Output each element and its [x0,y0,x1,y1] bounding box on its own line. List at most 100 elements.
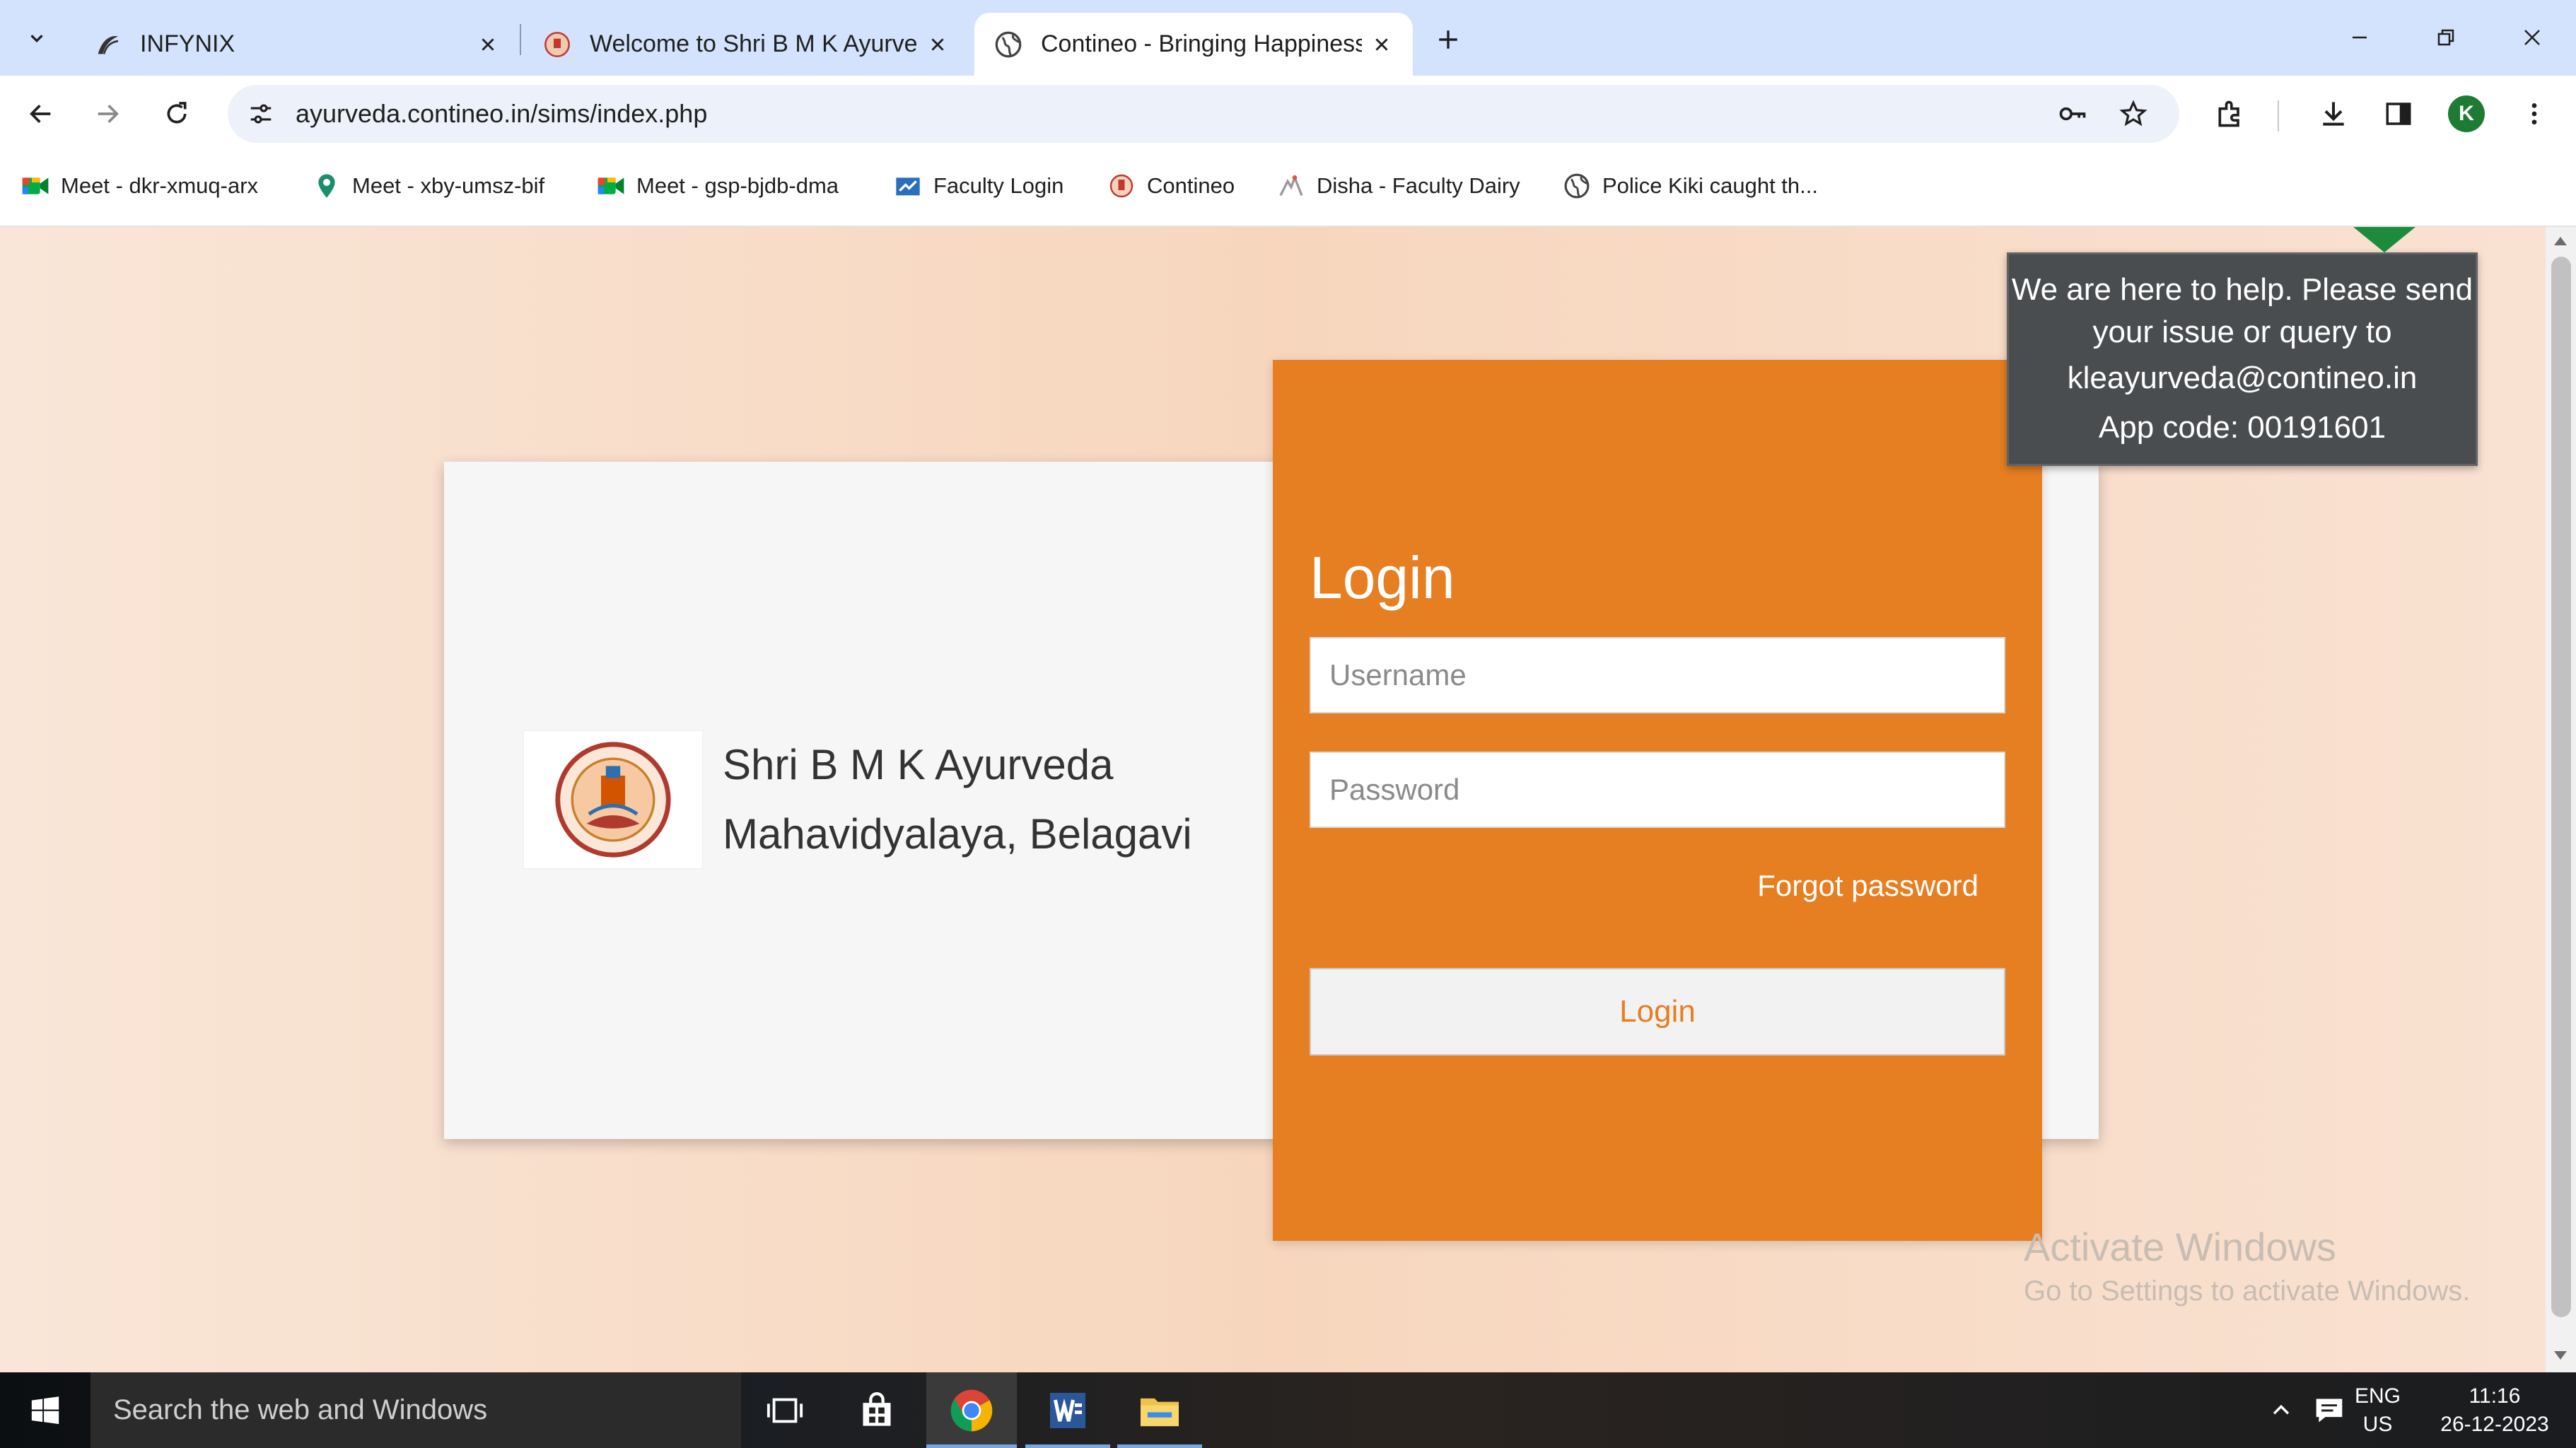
activate-windows-watermark: Activate Windows Go to Settings to activ… [2024,1222,2470,1310]
more-vertical-icon [2531,103,2537,124]
bookmark-label: Faculty Login [933,173,1064,198]
open-app-underline [1117,1444,1202,1448]
bookmark-label: Police Kiki caught th... [1602,173,1818,198]
action-center-button[interactable] [2307,1372,2352,1448]
windows-logo-icon [31,1396,59,1424]
minimize-window-button[interactable] [2336,14,2383,61]
help-tooltip-arrow [2353,227,2415,252]
side-panel-button[interactable] [2373,88,2424,139]
scroll-up-arrow-icon[interactable] [2554,237,2567,245]
site-info-icon[interactable] [240,93,281,134]
taskbar-search-placeholder: Search the web and Windows [113,1394,488,1425]
task-view-icon [767,1398,803,1423]
bookmark-contineo[interactable]: Contineo [1107,166,1235,206]
tab-title: Welcome to Shri B M K Ayurved [590,30,918,57]
restore-icon [2437,29,2454,46]
reload-button[interactable] [151,88,202,139]
arrow-right-icon [98,105,119,123]
close-window-button[interactable] [2509,14,2555,61]
tab-separator [520,24,521,55]
minimize-icon [2353,36,2367,39]
college-name-line2: Mahavidyalaya, Belagavi [723,810,1192,858]
taskbar-clock[interactable]: 11:16 26-12-2023 [2432,1382,2557,1439]
login-title: Login [1310,544,1455,611]
restore-window-button[interactable] [2423,14,2469,61]
language-indicator[interactable]: ENG US [2355,1382,2401,1439]
clock-date: 26-12-2023 [2440,1413,2549,1436]
download-icon [2323,102,2344,126]
folder-icon [1141,1398,1179,1426]
tab-title: Contineo - Bringing Happiness [1041,30,1362,57]
close-tab-icon[interactable] [1362,25,1401,64]
tab-welcome-bmk[interactable]: Welcome to Shri B M K Ayurved [523,13,969,76]
bookmark-star-icon[interactable] [2113,93,2154,134]
forward-button[interactable] [82,88,133,139]
college-name-line1: Shri B M K Ayurveda [723,741,1114,788]
globe-icon [994,30,1022,59]
login-button[interactable]: Login [1310,968,2005,1056]
password-input[interactable] [1310,752,2005,828]
google-meet-icon [597,172,625,200]
puzzle-icon [2218,100,2239,127]
watermark-subtitle: Go to Settings to activate Windows. [2024,1275,2471,1307]
extensions-button[interactable] [2205,88,2256,139]
help-line2: your issue or query to [2092,315,2392,349]
address-bar[interactable]: ayurveda.contineo.in/sims/index.php [228,85,2179,143]
show-hidden-icons-button[interactable] [2260,1372,2302,1448]
bookmark-faculty-login[interactable]: Faculty Login [894,166,1063,206]
back-button[interactable] [16,88,66,139]
close-tab-icon[interactable] [918,25,957,64]
bookmark-meet-2[interactable]: Meet - xby-umsz-bif [313,166,544,206]
close-icon [2524,30,2540,45]
infynix-favicon-icon [93,30,122,59]
bookmark-police-kiki[interactable]: Police Kiki caught th... [1563,166,1818,206]
bookmark-label: Meet - xby-umsz-bif [352,173,545,198]
page-content: Shri B M K Ayurveda Mahavidyalaya, Belag… [0,227,2546,1372]
taskbar-word-button[interactable] [1025,1372,1110,1448]
disha-icon [1277,172,1305,200]
start-button[interactable] [0,1372,91,1448]
profile-button[interactable]: K [2441,88,2492,139]
username-input[interactable] [1310,637,2005,713]
browser-toolbar: ayurveda.contineo.in/sims/index.php K [0,76,2576,152]
help-tooltip: We are here to help. Please send your is… [2007,252,2478,466]
bookmark-meet-3[interactable]: Meet - gsp-bjdb-dma [597,166,839,206]
password-key-icon[interactable] [2052,93,2093,134]
tab-search-button[interactable] [11,13,62,64]
tab-contineo[interactable]: Contineo - Bringing Happiness [974,13,1413,76]
chrome-menu-button[interactable] [2509,88,2560,139]
college-favicon-icon [543,30,571,59]
clock-time: 11:16 [2469,1384,2521,1408]
url-text[interactable]: ayurveda.contineo.in/sims/index.php [296,85,707,143]
bookmark-label: Meet - dkr-xmuq-arx [61,173,259,198]
taskbar-chrome-button[interactable] [926,1372,1017,1448]
bookmark-meet-1[interactable]: Meet - dkr-xmuq-arx [21,166,258,206]
bookmark-label: Disha - Faculty Dairy [1317,173,1520,198]
arrow-left-icon [30,105,51,123]
downloads-button[interactable] [2308,88,2359,139]
college-name: Shri B M K Ayurveda Mahavidyalaya, Belag… [723,730,1260,869]
globe-icon [1563,172,1591,200]
location-pin-icon [313,172,341,200]
taskbar-explorer-button[interactable] [1117,1372,1202,1448]
chevron-down-icon [30,35,43,43]
task-view-button[interactable] [750,1372,820,1448]
help-line1: We are here to help. Please send [2011,272,2473,307]
forgot-password-link[interactable]: Forgot password [1757,869,1978,903]
active-app-underline [926,1444,1017,1448]
message-icon [2316,1399,2343,1422]
bookmark-disha[interactable]: Disha - Faculty Dairy [1277,166,1520,206]
new-tab-button[interactable] [1426,17,1471,62]
taskbar-search-box[interactable]: Search the web and Windows [91,1372,741,1448]
close-tab-icon[interactable] [468,25,508,64]
tab-infynix[interactable]: INFYNIX [74,13,519,76]
scrollbar-thumb[interactable] [2551,257,2571,1317]
login-panel: Login Forgot password Login [1273,360,2042,1241]
page-scrollbar[interactable] [2546,227,2576,1372]
region-code: US [2362,1413,2393,1436]
windows-taskbar: Search the web and Windows ENG US 11:16 [0,1372,2576,1448]
store-bag-icon [863,1391,891,1426]
scroll-down-arrow-icon[interactable] [2554,1351,2567,1360]
google-meet-icon [21,172,49,200]
store-button[interactable] [841,1372,912,1448]
